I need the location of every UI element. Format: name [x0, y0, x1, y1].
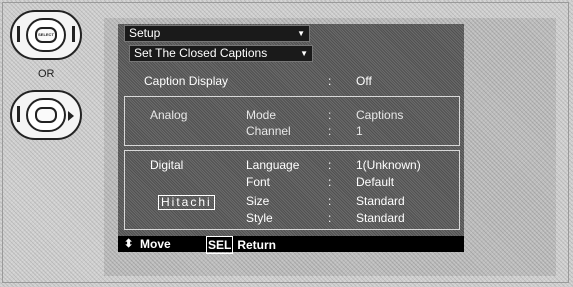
digital-font-label[interactable]: Font: [246, 175, 270, 189]
right-arrow-icon: [68, 111, 74, 121]
arrow-button-ring: [26, 98, 66, 132]
select-button-remote[interactable]: SELECT: [10, 10, 82, 60]
select-button-core[interactable]: SELECT: [35, 27, 57, 43]
footer-move-label: Move: [140, 237, 171, 251]
bracket-left-icon: [17, 106, 20, 122]
digital-section-label: Digital: [150, 158, 184, 172]
footer-return: SEL Return: [206, 236, 276, 254]
dropdown-caret-icon: ▼: [300, 49, 308, 58]
bracket-left-icon: [17, 26, 20, 42]
caption-display-sep: :: [328, 74, 332, 88]
up-down-arrows-icon: ⬍: [124, 238, 134, 250]
tab-setup[interactable]: Setup ▼: [124, 25, 310, 42]
digital-style-sep: :: [328, 211, 332, 225]
digital-language-sep: :: [328, 158, 332, 172]
analog-mode-sep: :: [328, 108, 332, 122]
bracket-right-icon: [72, 26, 75, 42]
right-arrow-button-remote[interactable]: [10, 90, 82, 140]
tab-closed-captions[interactable]: Set The Closed Captions ▼: [129, 45, 313, 62]
analog-channel-label[interactable]: Channel: [246, 124, 291, 138]
footer-return-label: Return: [237, 238, 277, 252]
hitachi-logo: Hitachi: [158, 195, 215, 210]
digital-size-value[interactable]: Standard: [356, 194, 405, 208]
tab-setup-label: Setup: [129, 26, 161, 40]
digital-language-value[interactable]: 1(Unknown): [356, 158, 421, 172]
menu-footer: ⬍ Move SEL Return: [118, 236, 464, 254]
tab-closed-captions-label: Set The Closed Captions: [134, 46, 268, 60]
analog-mode-label[interactable]: Mode: [246, 108, 276, 122]
digital-font-sep: :: [328, 175, 332, 189]
caption-display-label[interactable]: Caption Display: [144, 74, 228, 88]
or-label: OR: [38, 68, 55, 80]
dropdown-caret-icon: ▼: [297, 29, 305, 38]
digital-style-label[interactable]: Style: [246, 211, 273, 225]
analog-section-label: Analog: [150, 108, 188, 122]
digital-style-value[interactable]: Standard: [356, 211, 405, 225]
select-button-ring: SELECT: [26, 18, 66, 52]
digital-size-label[interactable]: Size: [246, 194, 269, 208]
caption-display-value[interactable]: Off: [356, 74, 372, 88]
analog-channel-sep: :: [328, 124, 332, 138]
sel-key-icon: SEL: [206, 236, 234, 254]
digital-language-label[interactable]: Language: [246, 158, 299, 172]
arrow-button-core[interactable]: [35, 107, 57, 123]
analog-channel-value[interactable]: 1: [356, 124, 363, 138]
digital-size-sep: :: [328, 194, 332, 208]
analog-mode-value[interactable]: Captions: [356, 108, 403, 122]
digital-font-value[interactable]: Default: [356, 175, 394, 189]
